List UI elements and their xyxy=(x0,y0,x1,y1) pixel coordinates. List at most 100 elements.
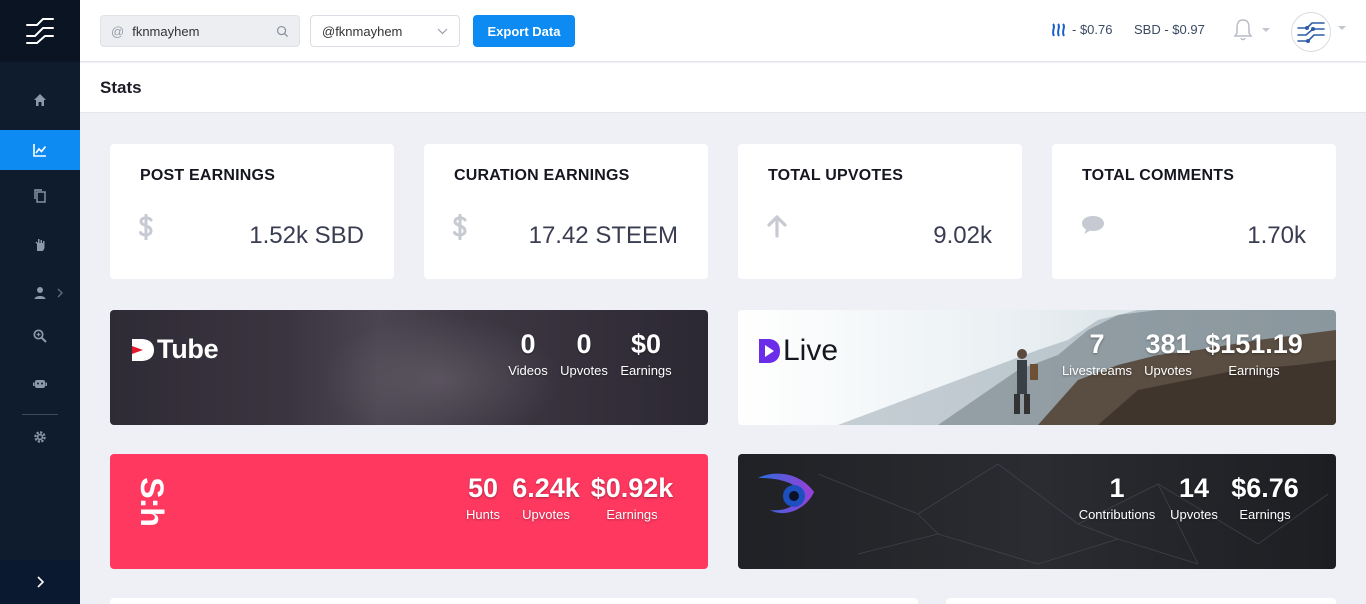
stat-label: TOTAL UPVOTES xyxy=(768,167,904,184)
export-data-button[interactable]: Export Data xyxy=(473,15,575,47)
chart-icon xyxy=(33,144,47,157)
utopian-contributions: 1 Contributions xyxy=(1070,472,1164,524)
sidebar-item-settings[interactable] xyxy=(0,417,80,457)
stat-value: 9.02k xyxy=(933,222,992,249)
dtube-d-icon xyxy=(132,338,154,361)
dtube-metrics: 0 Videos 0 Upvotes $0 Earnings xyxy=(502,328,678,380)
steemhunt-earnings: $0.92k Earnings xyxy=(586,472,678,524)
steemhunt-hunts: 50 Hunts xyxy=(460,472,506,524)
metric-value: $0.92k xyxy=(590,473,674,503)
utopian-upvotes: 14 Upvotes xyxy=(1164,472,1224,524)
metric-value: 0 xyxy=(576,329,592,359)
home-icon xyxy=(34,94,46,106)
search-zoom-icon xyxy=(33,329,47,343)
robot-icon xyxy=(33,380,47,388)
user-icon xyxy=(34,287,46,299)
dollar-icon xyxy=(453,214,467,240)
metric-label: Contributions xyxy=(1078,507,1156,522)
logo-icon xyxy=(26,18,54,44)
sidebar-item-profile[interactable] xyxy=(0,273,80,313)
chevron-down-icon xyxy=(1262,28,1270,32)
stat-label: TOTAL COMMENTS xyxy=(1082,167,1235,184)
hand-icon xyxy=(35,239,45,251)
steem-icon xyxy=(1052,22,1065,37)
metric-label: Hunts xyxy=(466,507,500,522)
sbd-price: SBD - $0.97 xyxy=(1134,22,1205,37)
dlive-logo: Live xyxy=(758,334,838,368)
metric-label: Upvotes xyxy=(560,363,608,378)
metric-label: Upvotes xyxy=(522,507,570,522)
search-icon[interactable] xyxy=(276,25,289,38)
stat-card-curation-earnings: CURATION EARNINGS 17.42 STEEM xyxy=(424,144,708,279)
metric-value: 50 xyxy=(467,473,499,503)
search-input-value[interactable]: fknmayhem xyxy=(132,24,276,39)
utopian-eye-icon xyxy=(758,473,814,514)
metric-value: 6.24k xyxy=(512,473,580,503)
metric-label: Upvotes xyxy=(1144,363,1192,378)
metric-label: Livestreams xyxy=(1061,363,1133,378)
utopian-card[interactable]: 1 Contributions 14 Upvotes $6.76 Earnings xyxy=(738,454,1336,569)
sidebar-divider xyxy=(22,414,58,415)
avatar-logo-icon xyxy=(1297,22,1325,43)
dlive-earnings: $151.19 Earnings xyxy=(1202,328,1306,380)
sidebar-item-explore[interactable] xyxy=(0,316,80,356)
metric-value: 14 xyxy=(1178,473,1210,503)
dtube-logo: Tube xyxy=(130,334,219,365)
metric-value: $151.19 xyxy=(1205,329,1303,359)
sbd-price-value: SBD - $0.97 xyxy=(1134,22,1205,37)
dlive-metrics: 7 Livestreams 381 Upvotes $151.19 Earnings xyxy=(1060,328,1306,380)
metric-label: Earnings xyxy=(620,363,672,378)
top-bar: @ fknmayhem @fknmayhem Export Data - $0.… xyxy=(80,0,1366,62)
bell-icon xyxy=(1233,19,1253,41)
dlive-livestreams: 7 Livestreams xyxy=(1060,328,1134,380)
steemhunt-logo: S:h xyxy=(126,476,176,526)
sidebar-item-bots[interactable] xyxy=(0,364,80,404)
dlive-d-icon xyxy=(759,339,780,363)
sidebar-item-posts[interactable] xyxy=(0,176,80,216)
metric-value: 7 xyxy=(1089,329,1105,359)
metric-label: Videos xyxy=(508,363,548,378)
utopian-earnings: $6.76 Earnings xyxy=(1224,472,1306,524)
notifications-button[interactable] xyxy=(1233,18,1271,42)
avatar[interactable] xyxy=(1291,12,1331,52)
account-select[interactable]: @fknmayhem xyxy=(310,15,460,47)
chevron-down-icon xyxy=(437,28,448,34)
steemhunt-brand: S:h xyxy=(133,476,170,526)
sidebar-expand-button[interactable] xyxy=(0,560,80,604)
chevron-right-icon xyxy=(37,576,45,588)
app-logo[interactable] xyxy=(0,0,80,62)
utopian-metrics: 1 Contributions 14 Upvotes $6.76 Earnings xyxy=(1070,472,1306,524)
dlive-upvotes: 381 Upvotes xyxy=(1134,328,1202,380)
sidebar xyxy=(0,0,80,604)
arrow-up-icon xyxy=(767,215,787,238)
dlive-brand: Live xyxy=(783,334,839,367)
metric-value: 1 xyxy=(1109,473,1125,503)
metric-label: Earnings xyxy=(606,507,658,522)
metric-label: Upvotes xyxy=(1170,507,1218,522)
copy-icon xyxy=(34,189,46,203)
metric-value: $0 xyxy=(630,329,662,359)
search-input[interactable]: @ fknmayhem xyxy=(100,15,300,47)
sidebar-item-stats[interactable] xyxy=(0,130,80,170)
dtube-upvotes: 0 Upvotes xyxy=(554,328,614,380)
page-title: Stats xyxy=(100,78,142,97)
sidebar-item-votes[interactable] xyxy=(0,225,80,265)
chevron-down-icon[interactable] xyxy=(1337,25,1347,31)
gear-icon xyxy=(34,431,46,443)
comment-icon xyxy=(1082,216,1104,234)
dtube-earnings: $0 Earnings xyxy=(614,328,678,380)
stat-label: POST EARNINGS xyxy=(140,167,276,184)
steemhunt-card[interactable]: S:h 50 Hunts 6.24k Upvotes $0.92k Earnings xyxy=(110,454,708,569)
stat-value: 17.42 STEEM xyxy=(528,222,678,249)
dlive-card[interactable]: Live 7 Livestreams 381 Upvotes $151.19 Earn… xyxy=(738,310,1336,425)
stat-value: 1.52k SBD xyxy=(249,222,364,249)
metric-label: Earnings xyxy=(1239,507,1291,522)
dtube-brand: Tube xyxy=(157,334,219,364)
stat-card-post-earnings: POST EARNINGS 1.52k SBD xyxy=(110,144,394,279)
metric-value: 0 xyxy=(520,329,536,359)
bottom-card-left xyxy=(110,598,918,604)
dtube-card[interactable]: Tube 0 Videos 0 Upvotes $0 Earnings xyxy=(110,310,708,425)
steem-price: - $0.76 xyxy=(1050,22,1112,37)
sidebar-item-home[interactable] xyxy=(0,80,80,120)
account-select-value: @fknmayhem xyxy=(322,23,403,39)
